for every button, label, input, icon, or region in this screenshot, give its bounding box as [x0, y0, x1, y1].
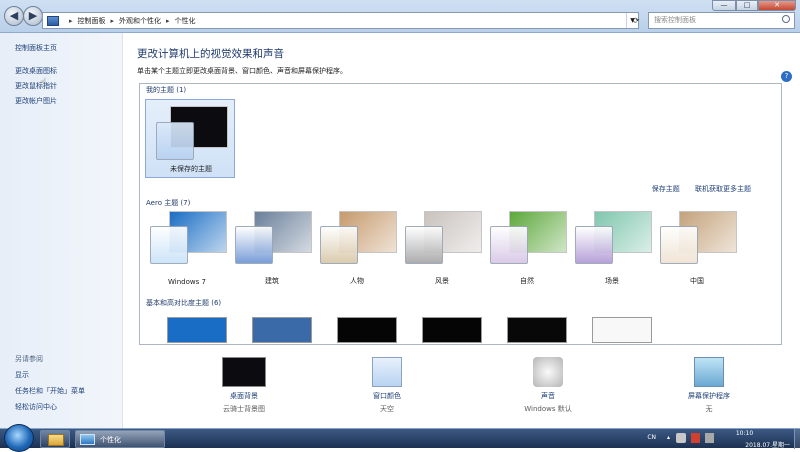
theme-tile[interactable]: 自然: [482, 208, 572, 288]
sidebar-link-desktop-icons[interactable]: 更改桌面图标: [15, 66, 57, 76]
taskbar-personalization[interactable]: 个性化: [75, 430, 165, 448]
basic-themes-header: 基本和高对比度主题 (6): [146, 299, 222, 307]
basic-theme-tile[interactable]: [507, 317, 567, 343]
bottom-setting-0[interactable]: 桌面背景云骑士背景图: [194, 357, 294, 414]
search-input[interactable]: 搜索控制面板: [648, 12, 795, 29]
minimize-button[interactable]: —: [712, 0, 736, 11]
theme-tile[interactable]: 场景: [567, 208, 657, 288]
window-glass-swatch: [156, 122, 194, 160]
bottom-setting-name[interactable]: 桌面背景: [194, 391, 294, 401]
theme-label: 自然: [520, 277, 534, 285]
theme-label: 中国: [690, 277, 704, 285]
breadcrumb-item[interactable]: 个性化: [175, 16, 196, 26]
theme-label: 未保存的主题: [170, 165, 212, 173]
breadcrumb-item[interactable]: 外观和个性化: [119, 16, 161, 26]
theme-gallery[interactable]: 我的主题 (1) 未保存的主题 保存主题 联机获取更多主题 Aero 主题 (7…: [139, 83, 782, 345]
bottom-setting-3[interactable]: 屏幕保护程序无: [659, 357, 759, 414]
tray-arrow-icon[interactable]: ▴: [667, 434, 670, 441]
theme-tile[interactable]: 风景: [397, 208, 487, 288]
search-placeholder: 搜索控制面板: [654, 16, 696, 24]
get-more-themes-link[interactable]: 联机获取更多主题: [695, 185, 751, 193]
theme-label: 风景: [435, 277, 449, 285]
window-glass-swatch: [575, 226, 613, 264]
window-glass-swatch: [405, 226, 443, 264]
theme-tile[interactable]: 建筑: [227, 208, 317, 288]
window-color-icon: [372, 357, 402, 387]
network-icon[interactable]: [676, 433, 686, 443]
input-language[interactable]: CN: [647, 434, 656, 441]
bottom-setting-name[interactable]: 屏幕保护程序: [659, 391, 759, 401]
screensaver-icon: [694, 357, 724, 387]
theme-links: 保存主题 联机获取更多主题: [639, 184, 751, 194]
basic-theme-tile[interactable]: [337, 317, 397, 343]
see-also-display[interactable]: 显示: [15, 370, 29, 380]
basic-theme-tile[interactable]: [167, 317, 227, 343]
basic-theme-tile[interactable]: [592, 317, 652, 343]
theme-tile[interactable]: 中国: [652, 208, 742, 288]
bottom-setting-value: Windows 默认: [524, 405, 572, 413]
see-also-ease-of-access[interactable]: 轻松访问中心: [15, 402, 57, 412]
page-title: 更改计算机上的视觉效果和声音: [137, 48, 284, 60]
see-also-taskbar[interactable]: 任务栏和「开始」菜单: [15, 386, 85, 396]
sidebar-link-account-picture[interactable]: 更改帐户图片: [15, 96, 57, 106]
personalization-icon: [80, 434, 95, 445]
bottom-setting-value: 云骑士背景图: [223, 405, 265, 413]
security-icon[interactable]: [691, 433, 700, 443]
volume-icon[interactable]: [705, 433, 714, 443]
refresh-icon[interactable]: ⟳: [630, 12, 642, 29]
save-theme-link[interactable]: 保存主题: [652, 185, 680, 193]
theme-label: 场景: [605, 277, 619, 285]
sidebar-link-mouse-pointer[interactable]: 更改鼠标指针: [15, 81, 57, 91]
window-glass-swatch: [235, 226, 273, 264]
aero-themes-header: Aero 主题 (7): [146, 199, 191, 207]
desktop-background-icon: [222, 357, 266, 387]
theme-label: 建筑: [265, 277, 279, 285]
control-panel-icon: [47, 15, 59, 26]
taskbar: 个性化 CN ▴ 10:10 2018.07.星期一: [0, 424, 800, 452]
close-button[interactable]: ✕: [758, 0, 796, 11]
theme-unsaved[interactable]: 未保存的主题: [145, 99, 235, 178]
page-subtitle: 单击某个主题立即更改桌面背景、窗口颜色、声音和屏幕保护程序。: [137, 67, 347, 75]
address-bar: ◀ ▶ — □ ✕ ▸ 控制面板 ▸ 外观和个性化 ▸ 个性化 ▼ ⟳ 搜索控制…: [0, 0, 800, 33]
forward-button[interactable]: ▶: [23, 6, 43, 26]
bottom-setting-value: 天空: [380, 405, 394, 413]
sound-icon: [533, 357, 563, 387]
bottom-setting-name[interactable]: 声音: [498, 391, 598, 401]
personalization-window: ◀ ▶ — □ ✕ ▸ 控制面板 ▸ 外观和个性化 ▸ 个性化 ▼ ⟳ 搜索控制…: [0, 0, 800, 428]
window-glass-swatch: [320, 226, 358, 264]
breadcrumb-item[interactable]: 控制面板: [78, 16, 106, 26]
window-glass-swatch: [150, 226, 188, 264]
basic-theme-tile[interactable]: [252, 317, 312, 343]
back-button[interactable]: ◀: [4, 6, 24, 26]
theme-tile[interactable]: Windows 7: [142, 208, 232, 288]
taskbar-explorer[interactable]: [40, 430, 70, 448]
bottom-setting-name[interactable]: 窗口颜色: [337, 391, 437, 401]
caption-buttons: — □ ✕: [712, 0, 796, 11]
taskbar-window-label: 个性化: [100, 436, 121, 444]
search-icon[interactable]: [782, 15, 790, 23]
theme-label: Windows 7: [168, 278, 206, 286]
bottom-setting-1[interactable]: 窗口颜色 天空: [337, 357, 437, 414]
theme-tile[interactable]: 人物: [312, 208, 402, 288]
see-also-header: 另请参阅: [15, 355, 43, 363]
show-desktop-button[interactable]: [794, 429, 800, 449]
theme-label: 人物: [350, 277, 364, 285]
my-themes-header: 我的主题 (1): [146, 86, 187, 94]
bottom-setting-value: 无: [705, 405, 713, 413]
basic-theme-tile[interactable]: [422, 317, 482, 343]
folder-icon: [48, 434, 64, 446]
window-glass-swatch: [490, 226, 528, 264]
main-content: ? 更改计算机上的视觉效果和声音 单击某个主题立即更改桌面背景、窗口颜色、声音和…: [124, 33, 800, 428]
clock-time[interactable]: 10:10: [717, 430, 772, 437]
breadcrumb[interactable]: ▸ 控制面板 ▸ 外观和个性化 ▸ 个性化 ▼: [42, 12, 639, 29]
sidebar-link-home[interactable]: 控制面板主页: [15, 43, 57, 53]
help-icon[interactable]: ?: [781, 71, 792, 82]
left-pane: 控制面板主页 ☝ 更改桌面图标 更改鼠标指针 更改帐户图片 另请参阅 显示 任务…: [0, 33, 123, 428]
maximize-button[interactable]: □: [736, 0, 758, 11]
bottom-setting-2[interactable]: 声音 Windows 默认: [498, 357, 598, 414]
window-glass-swatch: [660, 226, 698, 264]
